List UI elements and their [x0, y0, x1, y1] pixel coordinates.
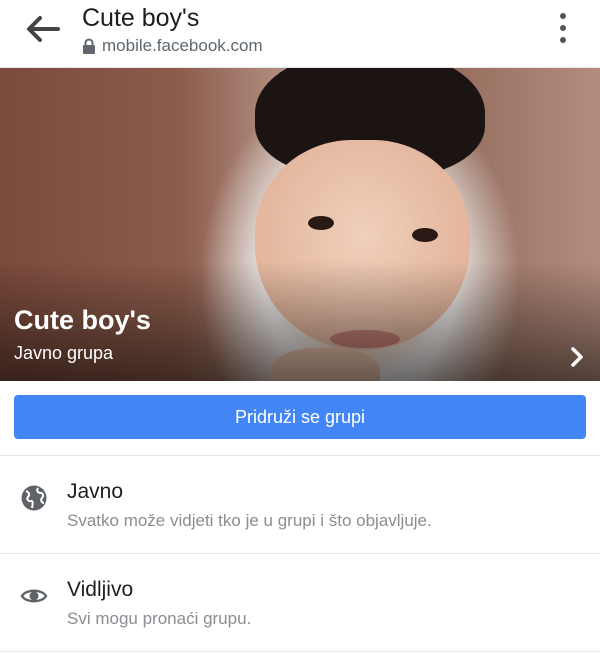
lock-icon: [83, 38, 95, 54]
join-group-button[interactable]: Pridruži se grupi: [14, 395, 586, 439]
top-bar: Cute boy's mobile.facebook.com: [0, 0, 600, 68]
privacy-title: Javno: [67, 480, 124, 503]
privacy-description: Svatko može vidjeti tko je u grupi i što…: [67, 511, 432, 530]
visibility-row: Vidljivo Svi mogu pronaći grupu.: [0, 554, 600, 652]
visibility-title: Vidljivo: [67, 578, 134, 601]
url-text: mobile.facebook.com: [102, 36, 263, 55]
eye-icon: [20, 589, 48, 603]
cover-photo-eye-right: [412, 228, 438, 242]
group-name: Cute boy's: [14, 305, 151, 335]
page-title: Cute boy's: [82, 4, 200, 32]
more-vertical-icon[interactable]: [556, 12, 570, 44]
privacy-row: Javno Svatko može vidjeti tko je u grupi…: [0, 456, 600, 554]
globe-icon: [21, 485, 47, 511]
cover-photo-eye-left: [308, 216, 334, 230]
chevron-right-icon[interactable]: [570, 346, 584, 368]
join-section: Pridruži se grupi: [0, 381, 600, 456]
group-type: Javno grupa: [14, 343, 114, 363]
url-display: mobile.facebook.com: [82, 36, 263, 56]
back-arrow-icon[interactable]: [24, 14, 60, 44]
group-cover[interactable]: Cute boy's Javno grupa: [0, 68, 600, 381]
visibility-description: Svi mogu pronaći grupu.: [67, 609, 252, 628]
